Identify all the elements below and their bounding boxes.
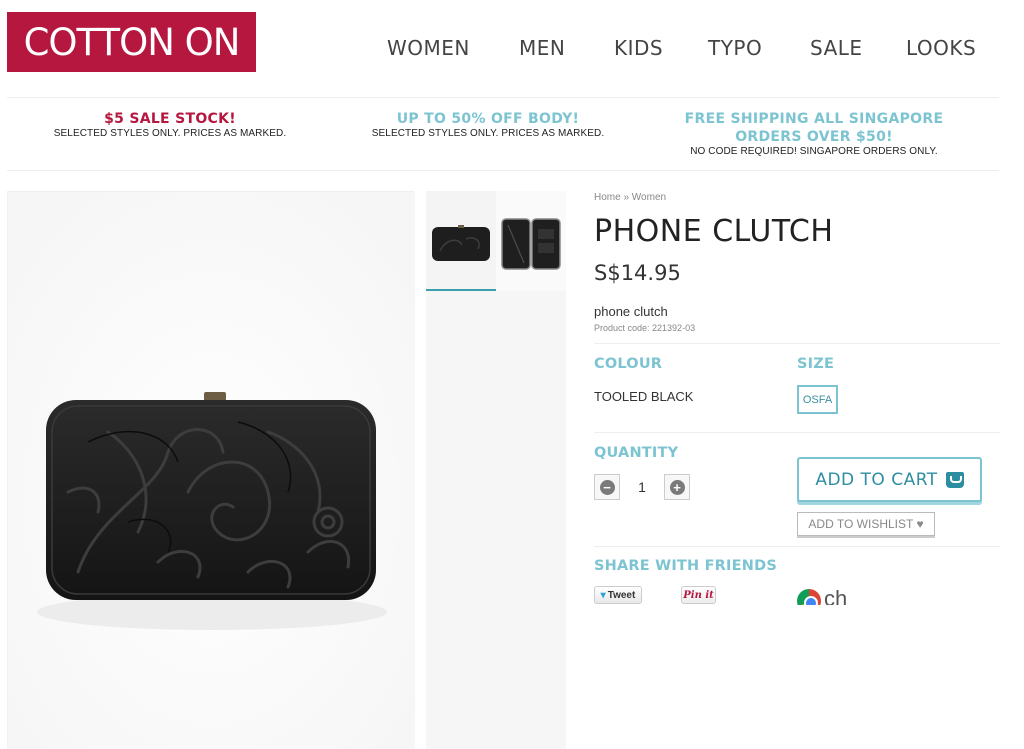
header-divider <box>7 97 999 98</box>
product-description: phone clutch <box>594 304 668 319</box>
product-main-image[interactable] <box>7 191 415 749</box>
product-price: S$14.95 <box>594 261 681 285</box>
quantity-increase-button[interactable]: + <box>664 474 690 500</box>
promo-headline: UP TO 50% OFF BODY! <box>396 111 580 127</box>
plus-icon: + <box>669 479 685 495</box>
add-to-cart-label: ADD TO CART <box>815 469 938 490</box>
thumb-open-image <box>501 218 561 270</box>
nav-kids[interactable]: KIDS <box>614 36 663 60</box>
chrome-share-widget[interactable]: ch <box>797 587 847 605</box>
nav-looks[interactable]: LOOKS <box>906 36 976 60</box>
minus-icon: − <box>599 479 615 495</box>
share-label: SHARE WITH FRIENDS <box>594 558 777 574</box>
divider <box>594 432 1000 433</box>
size-option-osfa[interactable]: OSFA <box>797 385 838 414</box>
pin-it-label: Pin it <box>683 589 714 601</box>
pin-it-button[interactable]: Pin it <box>681 586 716 604</box>
quantity-label: QUANTITY <box>594 445 679 461</box>
divider <box>594 343 1000 344</box>
quantity-stepper: − + <box>594 474 690 500</box>
tweet-label: Tweet <box>607 589 636 601</box>
chrome-icon <box>797 589 821 605</box>
tweet-button[interactable]: ▾ Tweet <box>594 586 642 604</box>
cotton-on-logo[interactable]: COTTON ON <box>7 12 256 72</box>
quantity-input[interactable] <box>620 474 664 500</box>
promo-headline: FREE SHIPPING ALL SINGAPORE ORDERS OVER … <box>684 111 944 145</box>
promo-headline: $5 SALE STOCK! <box>104 111 236 127</box>
promo-sale-stock[interactable]: $5 SALE STOCK! SELECTED STYLES ONLY. PRI… <box>40 110 300 139</box>
shopping-bag-icon <box>945 471 964 488</box>
logo-text: COTTON ON <box>23 20 241 64</box>
add-to-wishlist-button[interactable]: ADD TO WISHLIST ♥ <box>797 512 935 536</box>
promo-free-shipping[interactable]: FREE SHIPPING ALL SINGAPORE ORDERS OVER … <box>666 110 962 157</box>
nav-men[interactable]: MEN <box>519 36 565 60</box>
nav-sale[interactable]: SALE <box>810 36 863 60</box>
twitter-bird-icon: ▾ <box>600 589 606 601</box>
breadcrumb[interactable]: Home » Women <box>594 192 666 203</box>
colour-value: TOOLED BLACK <box>594 389 694 404</box>
thumb-front-image <box>432 225 490 261</box>
thumbnail-column <box>426 191 566 749</box>
promo-divider <box>7 170 999 171</box>
promo-subtext: SELECTED STYLES ONLY. PRICES AS MARKED. <box>53 128 287 139</box>
thumbnail-front[interactable] <box>426 191 496 291</box>
product-code: Product code: 221392-03 <box>594 323 696 333</box>
promo-subtext: NO CODE REQUIRED! SINGAPORE ORDERS ONLY. <box>690 146 938 157</box>
promo-subtext: SELECTED STYLES ONLY. PRICES AS MARKED. <box>371 128 605 139</box>
thumbnail-open[interactable] <box>496 191 566 291</box>
quantity-decrease-button[interactable]: − <box>594 474 620 500</box>
product-title: PHONE CLUTCH <box>594 214 834 249</box>
colour-label: COLOUR <box>594 356 663 372</box>
add-to-wishlist-label: ADD TO WISHLIST ♥ <box>808 517 924 531</box>
nav-typo[interactable]: TYPO <box>708 36 762 60</box>
nav-women[interactable]: WOMEN <box>387 36 470 60</box>
phone-clutch-image <box>8 192 415 749</box>
main-nav: WOMEN MEN KIDS TYPO SALE LOOKS <box>380 36 990 62</box>
size-label: SIZE <box>797 356 835 372</box>
add-to-cart-button[interactable]: ADD TO CART <box>797 457 982 502</box>
promo-body-sale[interactable]: UP TO 50% OFF BODY! SELECTED STYLES ONLY… <box>358 110 618 139</box>
chrome-text: ch <box>824 587 848 605</box>
divider <box>594 546 1000 547</box>
